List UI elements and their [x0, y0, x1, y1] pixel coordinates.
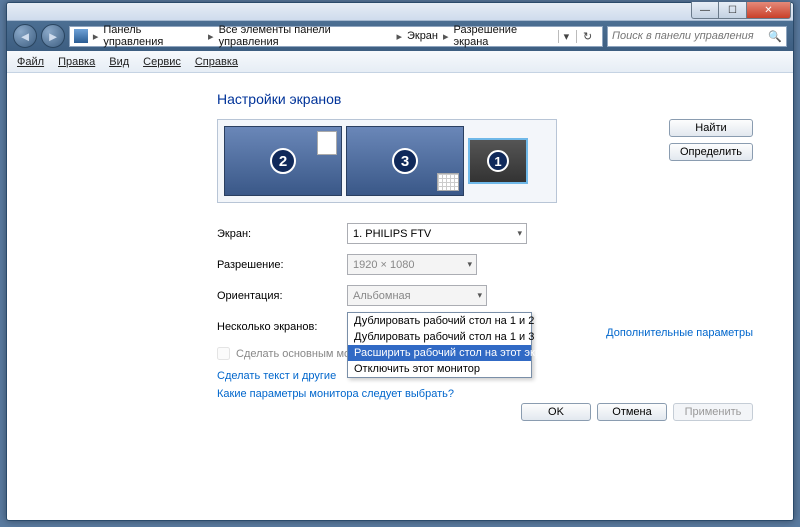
back-button[interactable]: ◄ [13, 24, 37, 48]
display-arrangement[interactable]: 2 3 1 [217, 119, 557, 203]
search-input[interactable] [612, 30, 768, 42]
breadcrumb-item[interactable]: Все элементы панели управления [219, 24, 392, 48]
chevron-right-icon: ▸ [440, 30, 452, 43]
grid-icon [437, 173, 459, 191]
monitor-number: 3 [392, 148, 418, 174]
advanced-settings-link[interactable]: Дополнительные параметры [606, 327, 753, 339]
find-button[interactable]: Найти [669, 119, 753, 137]
dropdown-option[interactable]: Дублировать рабочий стол на 1 и 2 [348, 313, 531, 329]
orientation-select[interactable]: Альбомная [347, 285, 487, 306]
menu-edit[interactable]: Правка [58, 56, 95, 68]
titlebar[interactable]: — ☐ ✕ [7, 3, 793, 21]
dropdown-option[interactable]: Дублировать рабочий стол на 1 и 3 [348, 329, 531, 345]
cancel-button[interactable]: Отмена [597, 403, 667, 421]
menu-tools[interactable]: Сервис [143, 56, 181, 68]
breadcrumb-item[interactable]: Панель управления [103, 24, 203, 48]
menu-file[interactable]: Файл [17, 56, 44, 68]
monitor-1-selected[interactable]: 1 [468, 138, 528, 184]
menu-view[interactable]: Вид [109, 56, 129, 68]
refresh-button[interactable]: ↻ [576, 30, 598, 43]
screen-label: Экран: [217, 228, 347, 240]
breadcrumb-item[interactable]: Разрешение экрана [454, 24, 554, 48]
chevron-right-icon: ▸ [90, 30, 102, 43]
resolution-select[interactable]: 1920 × 1080 [347, 254, 477, 275]
monitor-number: 2 [270, 148, 296, 174]
monitor-3[interactable]: 3 [346, 126, 464, 196]
multiple-displays-dropdown: Дублировать рабочий стол на 1 и 2 Дублир… [347, 312, 532, 378]
multiple-label: Несколько экранов: [217, 321, 347, 333]
monitor-2[interactable]: 2 [224, 126, 342, 196]
dropdown-option[interactable]: Отключить этот монитор [348, 361, 531, 377]
dropdown-option-selected[interactable]: Расширить рабочий стол на этот экран [348, 345, 531, 361]
address-bar[interactable]: ▸ Панель управления ▸ Все элементы панел… [69, 26, 603, 47]
menu-bar: Файл Правка Вид Сервис Справка [7, 51, 793, 73]
control-panel-icon [74, 29, 88, 43]
address-dropdown-icon[interactable]: ▾ [558, 30, 575, 43]
monitor-number: 1 [487, 150, 509, 172]
forward-button[interactable]: ► [41, 24, 65, 48]
search-icon[interactable]: 🔍 [768, 30, 782, 43]
close-button[interactable]: ✕ [747, 2, 791, 19]
apply-button[interactable]: Применить [673, 403, 753, 421]
which-monitor-link[interactable]: Какие параметры монитора следует выбрать… [217, 388, 753, 400]
menu-help[interactable]: Справка [195, 56, 238, 68]
chevron-right-icon: ▸ [205, 30, 217, 43]
identify-button[interactable]: Определить [669, 143, 753, 161]
orientation-label: Ориентация: [217, 290, 347, 302]
resolution-label: Разрешение: [217, 259, 347, 271]
make-main-checkbox [217, 347, 230, 360]
dialog-buttons: OK Отмена Применить [521, 403, 753, 421]
nav-toolbar: ◄ ► ▸ Панель управления ▸ Все элементы п… [7, 21, 793, 51]
screen-select[interactable]: 1. PHILIPS FTV [347, 223, 527, 244]
chevron-right-icon: ▸ [393, 30, 405, 43]
ok-button[interactable]: OK [521, 403, 591, 421]
search-box[interactable]: 🔍 [607, 26, 787, 47]
page-title: Настройки экранов [217, 91, 753, 107]
control-panel-window: — ☐ ✕ ◄ ► ▸ Панель управления ▸ Все элем… [6, 2, 794, 521]
minimize-button[interactable]: — [691, 2, 719, 19]
window-controls: — ☐ ✕ [691, 2, 791, 19]
preview-side-buttons: Найти Определить [669, 119, 753, 161]
breadcrumb-item[interactable]: Экран [407, 30, 438, 42]
display-preview-row: 2 3 1 Найти Определить [217, 119, 753, 203]
taskbar-icon [317, 131, 337, 155]
maximize-button[interactable]: ☐ [719, 2, 747, 19]
